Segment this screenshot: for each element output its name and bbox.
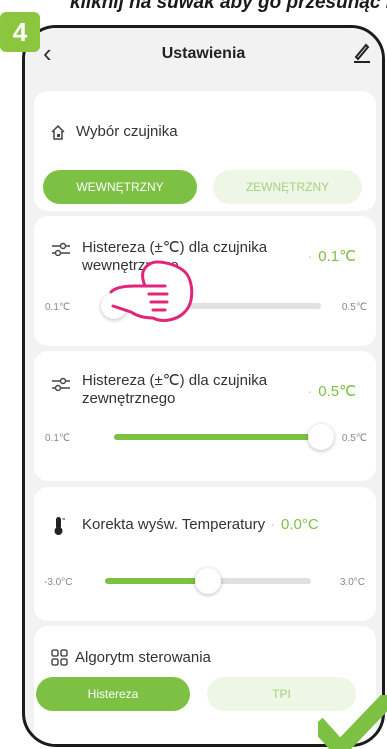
slider-thumb[interactable] [195, 568, 221, 594]
temp-correction-card: Korekta wyśw. Temperatury · 0.0°C -3.0°C … [34, 487, 376, 621]
slider-fill [114, 434, 321, 440]
grid-icon [51, 649, 68, 666]
hysteresis-external-value: · 0.5℃ [307, 383, 356, 400]
slider-thumb[interactable] [308, 424, 334, 450]
phone-frame: ‹ Ustawienia Wybór czujnika WEWNĘTRZNY Z… [22, 25, 385, 747]
checkmark-icon [318, 695, 387, 749]
instruction-text-cropped: kliknij na suwak aby go przesunąć i usta… [70, 0, 387, 13]
hysteresis-internal-card: Histereza (±℃) dla czujnika wewnętrznego… [34, 216, 376, 346]
hysteresis-icon [52, 377, 70, 391]
pointing-hand-icon [109, 260, 194, 322]
app-header: ‹ Ustawienia [25, 28, 382, 86]
slider-max-label: 0.5℃ [341, 302, 367, 313]
sensor-label: Wybór czujnika [76, 123, 178, 140]
hysteresis-internal-value: · 0.1℃ [307, 248, 356, 265]
page-title: Ustawienia [161, 45, 246, 62]
temp-correction-value: · 0.0°C [270, 516, 319, 533]
algorithm-label: Algorytm sterowania [75, 649, 211, 666]
sensor-internal-button[interactable]: WEWNĘTRZNY [43, 170, 197, 204]
slider-min-label: 0.1℃ [45, 302, 71, 313]
temp-correction-slider[interactable] [105, 568, 311, 594]
home-sensor-icon [51, 124, 65, 140]
sensor-external-button[interactable]: ZEWNĘTRZNY [213, 170, 362, 204]
slider-max-label: 0.5℃ [341, 433, 367, 444]
pencil-icon[interactable] [352, 40, 372, 64]
thermometer-icon [54, 517, 65, 535]
slider-min-label: 0.1℃ [45, 433, 71, 444]
algorithm-hysteresis-button[interactable]: Histereza [36, 677, 190, 711]
hysteresis-external-slider[interactable] [114, 424, 334, 450]
slider-fill [105, 578, 208, 584]
slider-min-label: -3.0°C [44, 577, 73, 588]
temp-correction-label: Korekta wyśw. Temperatury [82, 516, 266, 533]
step-badge: 4 [0, 12, 40, 52]
sensor-card: Wybór czujnika WEWNĘTRZNY ZEWNĘTRZNY [34, 91, 376, 211]
hysteresis-icon [52, 242, 70, 256]
slider-max-label: 3.0°C [339, 577, 365, 588]
hysteresis-external-label: Histereza (±℃) dla czujnika zewnętrznego [82, 372, 268, 407]
hysteresis-external-card: Histereza (±℃) dla czujnika zewnętrznego… [34, 351, 376, 481]
